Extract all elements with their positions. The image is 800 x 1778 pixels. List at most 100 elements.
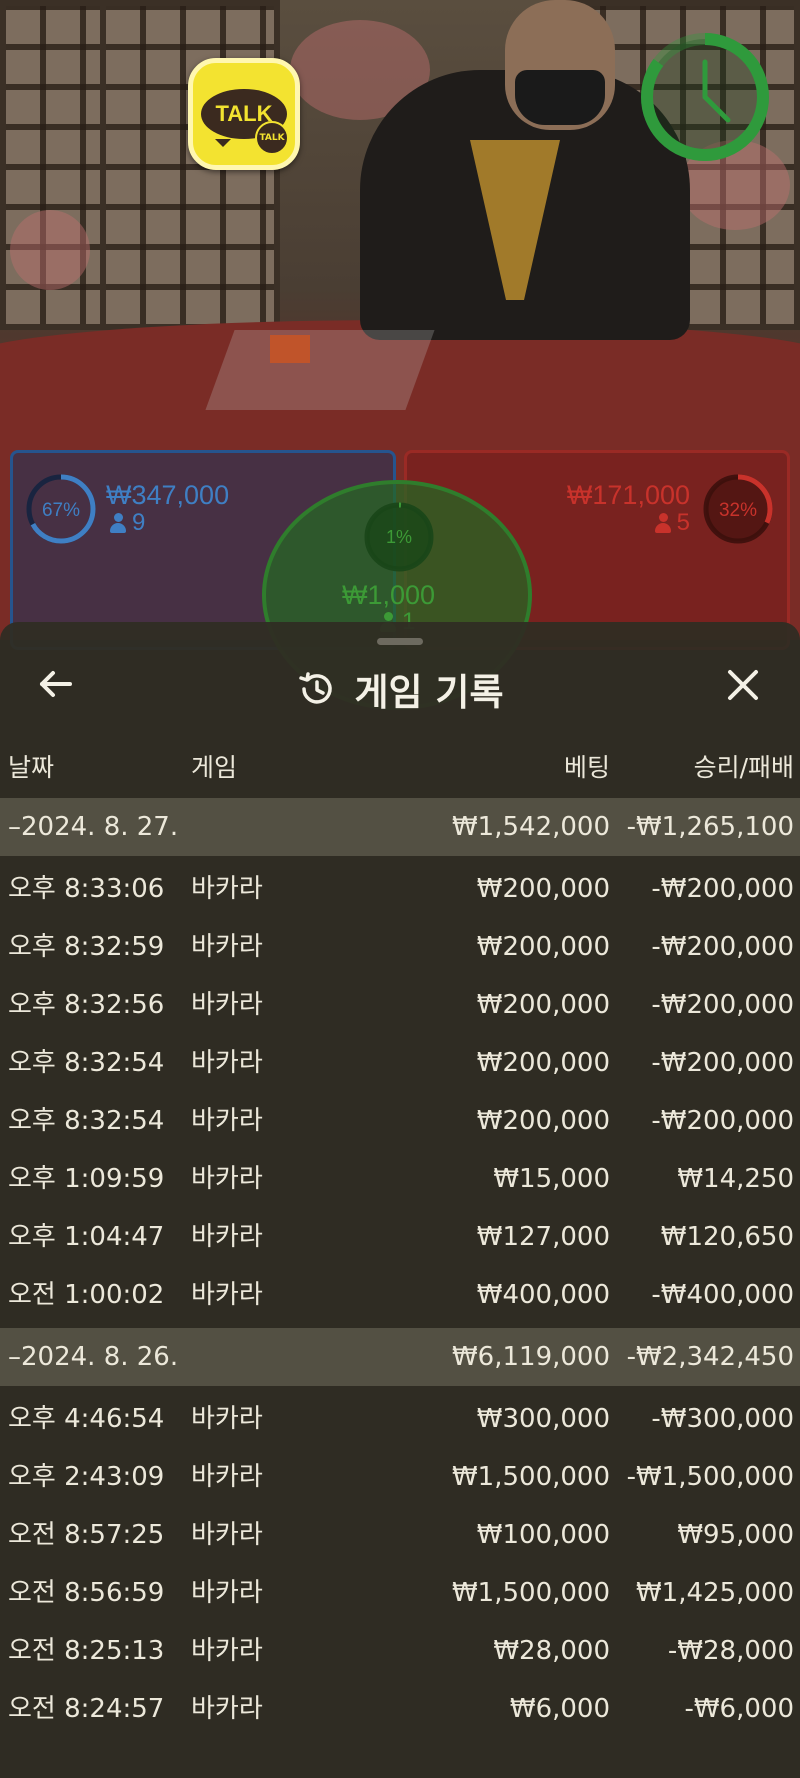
row-time: 오전 8:56:59 xyxy=(8,1578,165,1608)
day-date: –2024. 8. 26. xyxy=(8,1342,179,1372)
row-game: 바카라 xyxy=(191,1462,263,1492)
row-bet: ₩1,500,000 xyxy=(451,1578,610,1608)
row-bet: ₩200,000 xyxy=(476,1048,610,1078)
tie-percent: 1% xyxy=(386,527,412,547)
row-bet: ₩300,000 xyxy=(476,1404,610,1434)
card-shoe xyxy=(205,330,435,410)
day-result-total: -₩2,342,450 xyxy=(626,1342,794,1372)
banker-bettor-count: 5 xyxy=(654,509,690,537)
tie-bet-amount: ₩1,000 xyxy=(342,580,436,610)
row-time: 오후 4:46:54 xyxy=(8,1404,165,1434)
history-row[interactable]: 오후 8:32:59 바카라 ₩200,000 -₩200,000 xyxy=(0,918,800,976)
row-time: 오후 1:04:47 xyxy=(8,1222,165,1252)
player-count-value: 9 xyxy=(132,509,146,536)
kakaotalk-button[interactable]: TALK TALK xyxy=(188,58,300,170)
row-bet: ₩200,000 xyxy=(476,990,610,1020)
row-result: -₩200,000 xyxy=(651,990,794,1020)
row-result: ₩120,650 xyxy=(660,1222,794,1252)
game-history-sheet: 게임 기록 날짜 게임 베팅 승리/패배 –2024. 8. 27. ₩1,54… xyxy=(0,622,800,1778)
history-row[interactable]: 오전 1:00:02 바카라 ₩400,000 -₩400,000 xyxy=(0,1266,800,1324)
row-result: -₩200,000 xyxy=(651,932,794,962)
row-game: 바카라 xyxy=(191,1694,263,1724)
row-time: 오전 8:57:25 xyxy=(8,1520,165,1550)
row-game: 바카라 xyxy=(191,990,263,1020)
history-list: –2024. 8. 27. ₩1,542,000 -₩1,265,100 오후 … xyxy=(0,798,800,1738)
cut-card xyxy=(270,335,310,363)
row-time: 오후 2:43:09 xyxy=(8,1462,165,1492)
history-row[interactable]: 오후 8:32:54 바카라 ₩200,000 -₩200,000 xyxy=(0,1034,800,1092)
row-game: 바카라 xyxy=(191,1280,263,1310)
row-bet: ₩200,000 xyxy=(476,874,610,904)
day-summary-row[interactable]: –2024. 8. 27. ₩1,542,000 -₩1,265,100 xyxy=(0,798,800,856)
banker-bet-amount: ₩171,000 xyxy=(566,480,690,510)
column-date: 날짜 xyxy=(8,753,55,782)
row-game: 바카라 xyxy=(191,1520,263,1550)
row-time: 오전 8:25:13 xyxy=(8,1636,165,1666)
row-result: -₩6,000 xyxy=(684,1694,794,1724)
row-bet: ₩200,000 xyxy=(476,1106,610,1136)
row-time: 오후 8:32:59 xyxy=(8,932,165,962)
row-result: ₩95,000 xyxy=(677,1520,794,1550)
history-row[interactable]: 오후 4:46:54 바카라 ₩300,000 -₩300,000 xyxy=(0,1390,800,1448)
day-bet-total: ₩1,542,000 xyxy=(451,812,610,842)
row-bet: ₩6,000 xyxy=(509,1694,610,1724)
history-row[interactable]: 오전 8:56:59 바카라 ₩1,500,000 ₩1,425,000 xyxy=(0,1564,800,1622)
history-row[interactable]: 오전 8:25:13 바카라 ₩28,000 -₩28,000 xyxy=(0,1622,800,1680)
row-result: ₩1,425,000 xyxy=(635,1578,794,1608)
row-result: -₩200,000 xyxy=(651,1048,794,1078)
history-row[interactable]: 오후 2:43:09 바카라 ₩1,500,000 -₩1,500,000 xyxy=(0,1448,800,1506)
row-game: 바카라 xyxy=(191,1048,263,1078)
history-row[interactable]: 오후 8:32:56 바카라 ₩200,000 -₩200,000 xyxy=(0,976,800,1034)
column-bet: 베팅 xyxy=(563,753,610,782)
talk-mini-icon: TALK xyxy=(255,121,289,155)
row-time: 오전 8:24:57 xyxy=(8,1694,165,1724)
column-game: 게임 xyxy=(191,753,238,782)
day-bet-total: ₩6,119,000 xyxy=(451,1342,610,1372)
row-game: 바카라 xyxy=(191,1222,263,1252)
day-date: –2024. 8. 27. xyxy=(8,812,179,842)
row-result: -₩300,000 xyxy=(651,1404,794,1434)
tie-percent-ring: 1% xyxy=(364,502,434,572)
banker-percent-ring: 32% xyxy=(703,474,773,544)
row-game: 바카라 xyxy=(191,1106,263,1136)
row-time: 오후 8:32:54 xyxy=(8,1048,165,1078)
player-percent: 67% xyxy=(42,500,80,521)
history-row[interactable]: 오후 8:32:54 바카라 ₩200,000 -₩200,000 xyxy=(0,1092,800,1150)
row-bet: ₩127,000 xyxy=(476,1222,610,1252)
history-row[interactable]: 오후 1:09:59 바카라 ₩15,000 ₩14,250 xyxy=(0,1150,800,1208)
history-row[interactable]: 오후 1:04:47 바카라 ₩127,000 ₩120,650 xyxy=(0,1208,800,1266)
row-game: 바카라 xyxy=(191,1636,263,1666)
player-bettor-count: 9 xyxy=(110,509,145,537)
close-icon[interactable] xyxy=(724,666,762,704)
row-result: -₩1,500,000 xyxy=(626,1462,794,1492)
row-game: 바카라 xyxy=(191,1164,263,1194)
row-result: -₩200,000 xyxy=(651,1106,794,1136)
row-game: 바카라 xyxy=(191,1404,263,1434)
history-row[interactable]: 오후 8:33:06 바카라 ₩200,000 -₩200,000 xyxy=(0,860,800,918)
history-row[interactable]: 오전 8:24:57 바카라 ₩6,000 -₩6,000 xyxy=(0,1680,800,1738)
page-title: 게임 기록 xyxy=(354,671,504,714)
row-bet: ₩28,000 xyxy=(493,1636,610,1666)
day-result-total: -₩1,265,100 xyxy=(626,812,794,842)
banker-percent: 32% xyxy=(719,500,757,521)
table-header: 날짜 게임 베팅 승리/패배 xyxy=(0,748,800,788)
row-result: ₩14,250 xyxy=(677,1164,794,1194)
history-row[interactable]: 오전 8:57:25 바카라 ₩100,000 ₩95,000 xyxy=(0,1506,800,1564)
banker-count-value: 5 xyxy=(676,509,690,536)
person-icon xyxy=(110,513,126,533)
day-summary-row[interactable]: –2024. 8. 26. ₩6,119,000 -₩2,342,450 xyxy=(0,1328,800,1386)
person-icon xyxy=(654,513,671,533)
row-time: 오후 8:33:06 xyxy=(8,874,165,904)
row-game: 바카라 xyxy=(191,1578,263,1608)
row-bet: ₩15,000 xyxy=(493,1164,610,1194)
player-percent-ring: 67% xyxy=(26,474,96,544)
row-bet: ₩1,500,000 xyxy=(451,1462,610,1492)
row-bet: ₩200,000 xyxy=(476,932,610,962)
column-result: 승리/패배 xyxy=(693,753,794,782)
row-result: -₩200,000 xyxy=(651,874,794,904)
drag-handle[interactable] xyxy=(377,638,423,645)
row-bet: ₩400,000 xyxy=(476,1280,610,1310)
sheet-header: 게임 기록 xyxy=(0,662,800,716)
row-result: -₩400,000 xyxy=(651,1280,794,1310)
row-time: 오후 8:32:54 xyxy=(8,1106,165,1136)
